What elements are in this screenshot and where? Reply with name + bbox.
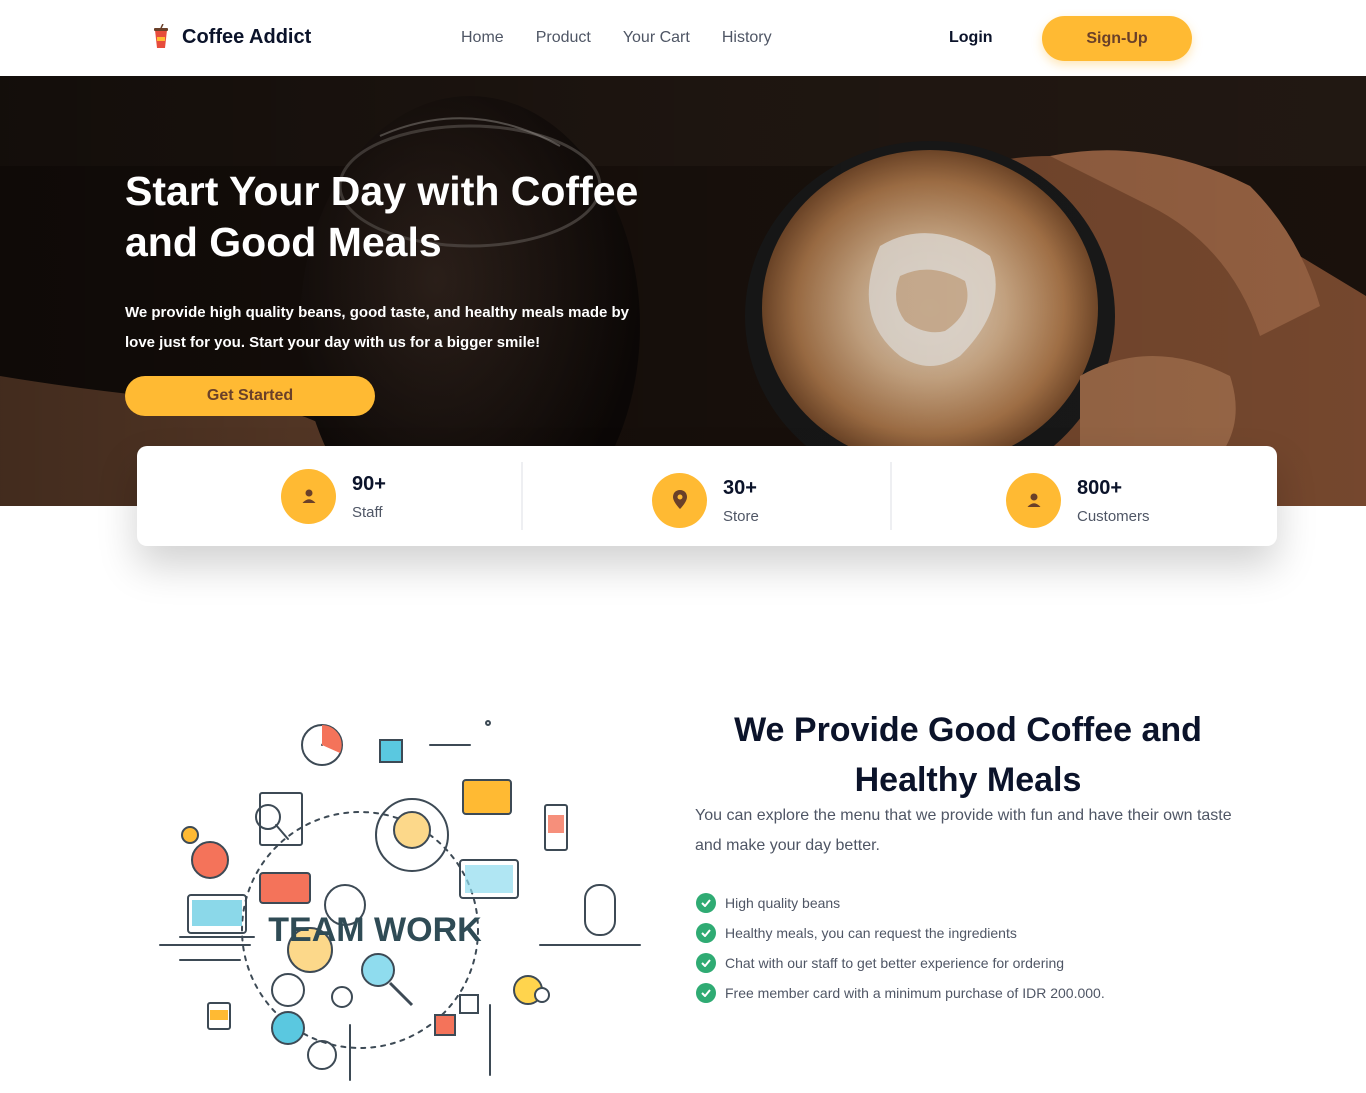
main-nav: Home Product Your Cart History xyxy=(461,29,772,47)
feature-title: We Provide Good Coffee and Healthy Meals xyxy=(734,711,1202,799)
stat-label: Staff xyxy=(352,503,383,521)
list-item-text: Free member card with a minimum purchase… xyxy=(725,985,1105,1001)
stat-value: 800+ xyxy=(1077,476,1123,499)
stat-value: 90+ xyxy=(352,472,386,495)
stat-divider xyxy=(521,462,523,530)
check-icon xyxy=(696,953,716,973)
brand-name: Coffee Addict xyxy=(182,25,312,48)
navbar: Coffee Addict Home Product Your Cart His… xyxy=(0,0,1366,76)
brand-logo[interactable]: Coffee Addict xyxy=(150,23,312,50)
list-item: Free member card with a minimum purchase… xyxy=(696,978,1105,1008)
check-icon xyxy=(696,893,716,913)
stat-divider xyxy=(890,462,892,530)
stat-value: 30+ xyxy=(723,476,757,499)
stat-label: Store xyxy=(723,507,759,525)
check-icon xyxy=(696,923,716,943)
nav-link-product[interactable]: Product xyxy=(536,29,591,47)
nav-link-your-cart[interactable]: Your Cart xyxy=(623,29,690,47)
nav-link-home[interactable]: Home xyxy=(461,29,504,47)
feature-description: You can explore the menu that we provide… xyxy=(695,807,1232,854)
stat-customers: 800+ Customers xyxy=(1006,450,1150,550)
list-item: High quality beans xyxy=(696,888,1105,918)
stat-store: 30+ Store xyxy=(652,450,759,550)
signup-button[interactable]: Sign-Up xyxy=(1042,16,1192,61)
get-started-button[interactable]: Get Started xyxy=(125,376,375,416)
user-icon xyxy=(1006,472,1061,528)
hero-section: Start Your Day with Coffee and Good Meal… xyxy=(0,76,1366,506)
list-item: Healthy meals, you can request the ingre… xyxy=(696,918,1105,948)
list-item-text: High quality beans xyxy=(725,895,841,911)
list-item: Chat with our staff to get better experi… xyxy=(696,948,1105,978)
hero-overlay xyxy=(0,76,1366,506)
hero-title: Start Your Day with Coffee and Good Meal… xyxy=(125,168,639,265)
nav-link-history[interactable]: History xyxy=(722,29,772,47)
stat-label: Customers xyxy=(1077,507,1150,525)
login-link[interactable]: Login xyxy=(949,29,993,47)
location-pin-icon xyxy=(652,472,707,528)
stats-card: 90+ Staff 30+ Store 800+ Customers xyxy=(137,446,1277,546)
list-item-text: Chat with our staff to get better experi… xyxy=(725,955,1065,971)
list-item-text: Healthy meals, you can request the ingre… xyxy=(725,925,1017,941)
feature-list: High quality beans Healthy meals, you ca… xyxy=(696,888,1105,1008)
user-icon xyxy=(281,468,336,524)
coffee-cup-icon xyxy=(150,23,172,50)
check-icon xyxy=(696,983,716,1003)
hero-subtitle: We provide high quality beans, good tast… xyxy=(125,304,630,351)
stat-staff: 90+ Staff xyxy=(281,446,386,546)
team-work-illustration: TEAM WORK xyxy=(159,720,641,1081)
illustration-label: TEAM WORK xyxy=(268,911,482,949)
